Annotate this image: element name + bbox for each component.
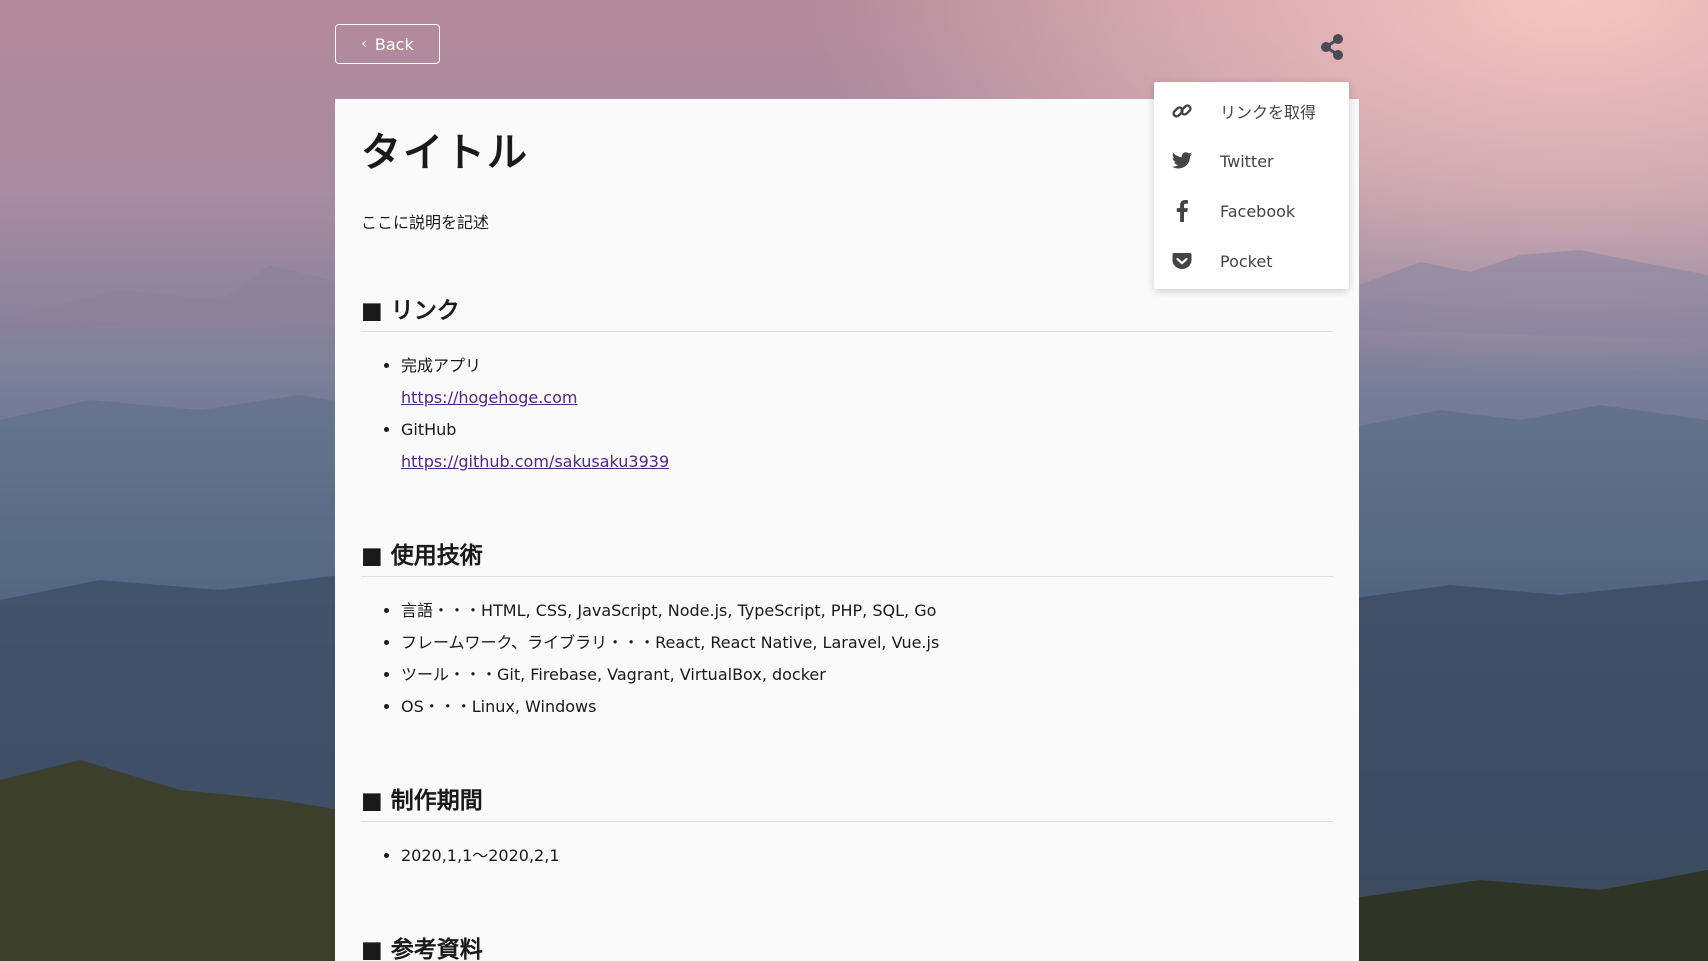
link-github-url[interactable]: https://github.com/sakusaku3939	[401, 452, 669, 471]
share-icon[interactable]	[1319, 33, 1345, 61]
list-item: 2020,1,1〜2020,2,1	[401, 840, 1333, 872]
section-references: ■ 参考資料	[361, 930, 1333, 961]
section-tech: ■ 使用技術 言語・・・HTML, CSS, JavaScript, Node.…	[361, 536, 1333, 723]
section-heading-links: ■ リンク	[361, 291, 1333, 332]
menu-item-label: Twitter	[1220, 151, 1274, 171]
back-button[interactable]: ‹ Back	[335, 24, 440, 64]
section-period: ■ 制作期間 2020,1,1〜2020,2,1	[361, 781, 1333, 872]
menu-item-pocket[interactable]: Pocket	[1154, 236, 1349, 286]
section-heading-period: ■ 制作期間	[361, 781, 1333, 822]
twitter-icon	[1171, 150, 1193, 172]
menu-item-twitter[interactable]: Twitter	[1154, 136, 1349, 186]
back-button-label: Back	[374, 34, 414, 54]
list-item: OS・・・Linux, Windows	[401, 691, 1333, 723]
menu-item-label: リンクを取得	[1220, 103, 1317, 122]
list-item: GitHub	[401, 414, 1333, 446]
facebook-icon	[1171, 200, 1193, 222]
menu-item-label: Pocket	[1220, 251, 1273, 271]
menu-item-copy-link[interactable]: リンクを取得	[1154, 86, 1349, 136]
list-item: ツール・・・Git, Firebase, Vagrant, VirtualBox…	[401, 659, 1333, 691]
link-app-url[interactable]: https://hogehoge.com	[401, 388, 577, 407]
section-heading-references: ■ 参考資料	[361, 930, 1333, 961]
list-item: フレームワーク、ライブラリ・・・React, React Native, Lar…	[401, 627, 1333, 659]
list-item: 完成アプリ	[401, 350, 1333, 382]
section-heading-tech: ■ 使用技術	[361, 536, 1333, 577]
link-icon	[1171, 100, 1193, 122]
section-links: ■ リンク 完成アプリ https://hogehoge.com GitHub …	[361, 291, 1333, 478]
chevron-left-icon: ‹	[361, 36, 367, 52]
list-item: 言語・・・HTML, CSS, JavaScript, Node.js, Typ…	[401, 595, 1333, 627]
pocket-icon	[1171, 250, 1193, 272]
menu-item-facebook[interactable]: Facebook	[1154, 186, 1349, 236]
share-menu: リンクを取得 Twitter Facebook Pocket	[1154, 82, 1349, 289]
menu-item-label: Facebook	[1220, 201, 1296, 221]
